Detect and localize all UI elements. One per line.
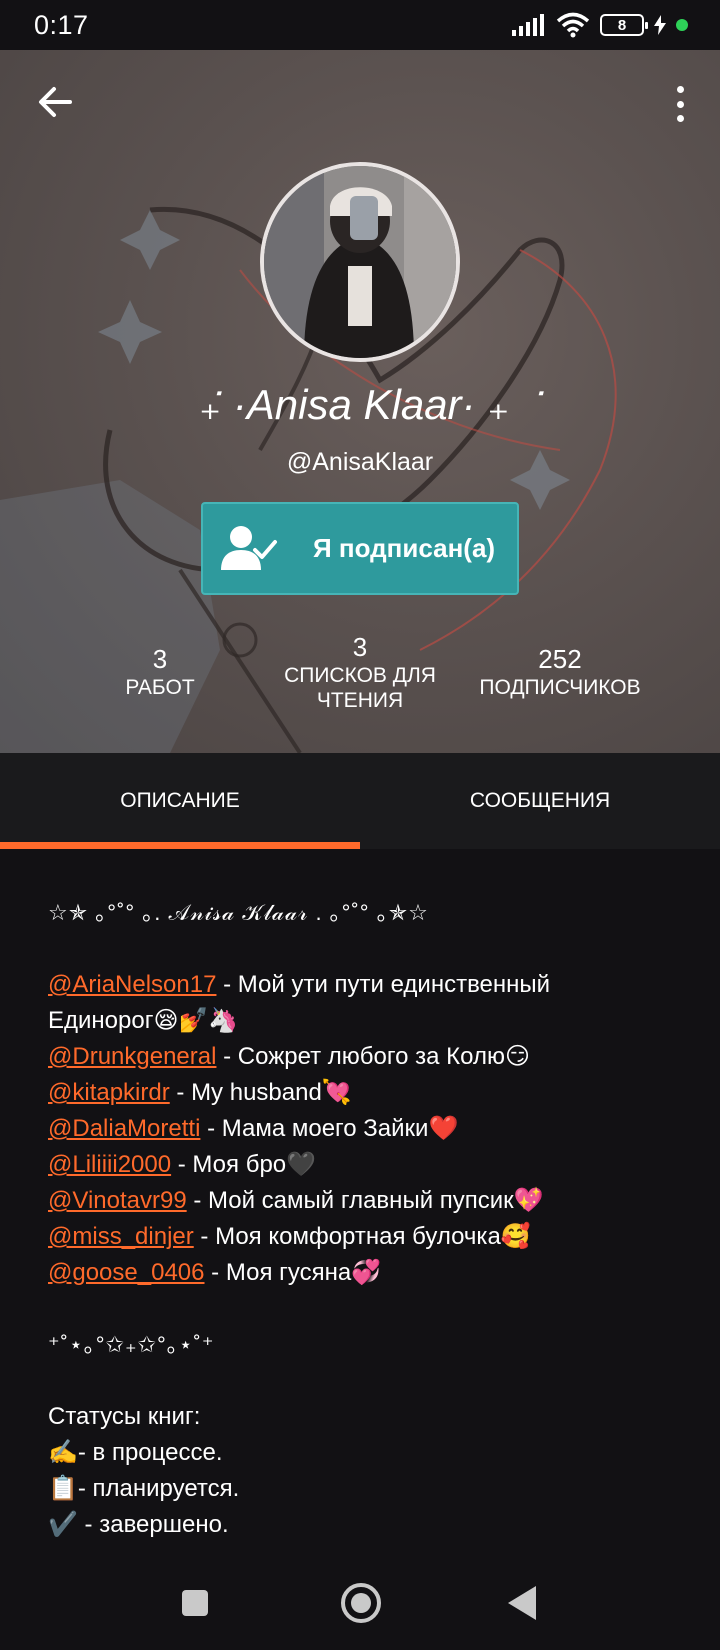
stat-followers-value: 252 — [538, 644, 582, 674]
avatar[interactable] — [260, 162, 460, 362]
mention-text: - Моя комфортная булочка🥰 — [193, 1223, 531, 1250]
mention-text: - Моя гусяна💞 — [204, 1259, 382, 1286]
stat-works-label: РАБОТ — [125, 676, 195, 699]
battery-level: 8 — [617, 16, 627, 34]
battery-icon: 8 — [600, 14, 648, 36]
stat-reading-lists-label: СПИСКОВ ДЛЯ ЧТЕНИЯ — [284, 664, 436, 712]
mention-text: - Мама моего Зайки❤️ — [200, 1115, 459, 1142]
system-nav-bar — [0, 1555, 720, 1650]
status-title: Статусы книг: — [48, 1403, 201, 1430]
user-check-icon — [221, 526, 277, 570]
mention-link[interactable]: @miss_dinjer — [48, 1223, 194, 1250]
tab-messages[interactable]: СООБЩЕНИЯ — [360, 753, 720, 849]
mention-link[interactable]: @AriaNelson17 — [48, 971, 216, 998]
mention-line: @goose_0406 - Моя гусяна💞 — [48, 1255, 688, 1291]
mention-line: @AriaNelson17 - Мой ути пути единственны… — [48, 967, 688, 1003]
status-icons: 8 — [512, 12, 688, 38]
stat-reading-lists[interactable]: 3 СПИСКОВ ДЛЯ ЧТЕНИЯ — [270, 632, 450, 713]
mention-line: @miss_dinjer - Моя комфортная булочка🥰 — [48, 1219, 688, 1255]
tab-description[interactable]: ОПИСАНИЕ — [0, 753, 360, 849]
status-item: ✔️ - завершено. — [48, 1511, 229, 1538]
header-decoration: ☆✯ ｡°˚° ｡. 𝒜𝓃𝒾𝓈𝒶 𝒦𝓁𝒶𝒶𝓇 . ｡°˚° ｡✯☆ — [48, 900, 429, 925]
menu-dot — [676, 86, 684, 93]
stat-works-value: 3 — [152, 644, 168, 674]
menu-dot — [676, 115, 684, 122]
mention-text: - Мой самый главный пупсик💖 — [186, 1187, 544, 1214]
mention-text-continued: Единорог😪💅🦄 — [48, 1007, 239, 1034]
privacy-indicator-dot — [676, 19, 688, 31]
charging-icon — [654, 15, 666, 35]
mention-line: @Liliiii2000 - Моя бро🖤 — [48, 1147, 688, 1183]
display-name: ݁₊ ·Anisa Klaar· ₊ ݁ — [198, 381, 522, 428]
mention-link[interactable]: @Drunkgeneral — [48, 1043, 216, 1070]
mention-link[interactable]: @Vinotavr99 — [48, 1187, 187, 1214]
mention-text: - Мой ути пути единственный — [216, 971, 551, 998]
wifi-icon — [556, 12, 590, 38]
menu-dot — [676, 100, 684, 108]
stat-followers-label: ПОДПИСЧИКОВ — [479, 676, 641, 699]
stat-reading-lists-value: 3 — [352, 632, 368, 662]
mention-link[interactable]: @goose_0406 — [48, 1259, 205, 1286]
mention-link[interactable]: @Liliiii2000 — [48, 1151, 171, 1178]
mention-line: @Vinotavr99 - Мой самый главный пупсик💖 — [48, 1183, 688, 1219]
mention-line: @Drunkgeneral - Сожрет любого за Колю😏 — [48, 1039, 688, 1075]
mention-link[interactable]: @kitapkirdr — [48, 1079, 170, 1106]
stat-followers[interactable]: 252 ПОДПИСЧИКОВ — [470, 644, 650, 700]
mention-line: @DaliaMoretti - Мама моего Зайки❤️ — [48, 1111, 688, 1147]
following-button-label: Я подписан(а) — [313, 533, 496, 563]
status-time: 0:17 — [34, 9, 89, 40]
status-item: ✍️- в процессе. — [48, 1439, 223, 1466]
profile-tabs: ОПИСАНИЕ СООБЩЕНИЯ — [0, 753, 720, 849]
profile-description: ☆✯ ｡°˚° ｡. 𝒜𝓃𝒾𝓈𝒶 𝒦𝓁𝒶𝒶𝓇 . ｡°˚° ｡✯☆ @AriaN… — [48, 895, 688, 1543]
profile-header: ݁₊ ·Anisa Klaar· ₊ ݁ @AnisaKlaar Я подпи… — [0, 50, 720, 753]
stat-works[interactable]: 3 РАБОТ — [100, 644, 220, 700]
mention-link[interactable]: @DaliaMoretti — [48, 1115, 200, 1142]
status-bar: 0:17 8 — [0, 0, 720, 50]
following-button[interactable]: Я подписан(а) — [201, 502, 519, 595]
more-vertical-icon[interactable] — [670, 84, 690, 124]
status-item: 📋- планируется. — [48, 1475, 240, 1502]
divider-decoration: ⁺˚⋆｡°✩₊✩°｡⋆˚⁺ — [48, 1332, 215, 1357]
mention-text: - Сожрет любого за Колю😏 — [216, 1043, 530, 1070]
avatar-image — [264, 166, 456, 358]
home-icon[interactable] — [341, 1583, 381, 1623]
nav-back-icon[interactable] — [508, 1586, 536, 1620]
recents-icon[interactable] — [182, 1590, 208, 1616]
signal-icon — [512, 14, 544, 36]
username: @AnisaKlaar — [286, 448, 434, 476]
status-list: ✍️- в процессе. 📋- планируется. ✔️ - зав… — [48, 1435, 688, 1543]
mention-text: - Моя бро🖤 — [171, 1151, 317, 1178]
mention-line: @kitapkirdr - My husband💘 — [48, 1075, 688, 1111]
back-arrow-icon[interactable] — [36, 82, 76, 122]
mention-text: - My husband💘 — [169, 1079, 352, 1106]
